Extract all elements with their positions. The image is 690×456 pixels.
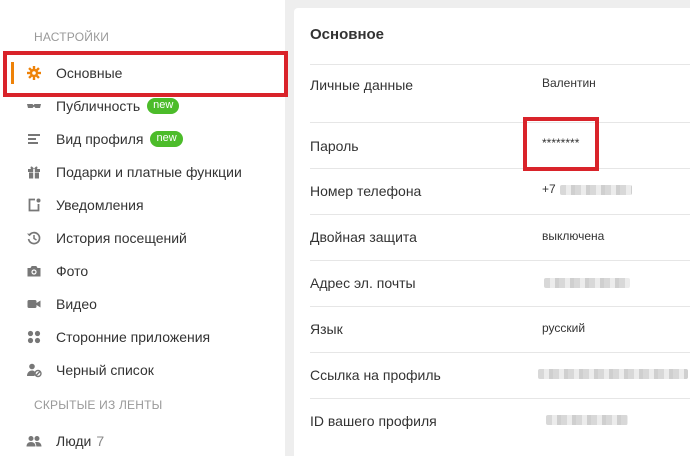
sidebar-item-profile-view[interactable]: Вид профиля new xyxy=(0,122,285,155)
row-value: ******** xyxy=(542,136,580,150)
sidebar-item-label: Уведомления xyxy=(56,196,144,213)
apps-icon xyxy=(24,327,44,347)
divider xyxy=(310,168,690,169)
divider xyxy=(310,64,690,65)
sidebar-item-blacklist[interactable]: Черный список xyxy=(0,353,285,386)
row-label: Адрес эл. почты xyxy=(310,275,416,291)
gift-icon xyxy=(24,162,44,182)
page-title: Основное xyxy=(310,26,385,43)
settings-row-password[interactable]: Пароль ******** xyxy=(310,136,690,158)
sidebar-item-label: Подарки и платные функции xyxy=(56,163,242,180)
sidebar-item-label: История посещений xyxy=(56,229,187,246)
sidebar-item-label: Видео xyxy=(56,295,97,312)
sidebar-item-notifications[interactable]: Уведомления xyxy=(0,188,285,221)
row-value: +7 xyxy=(542,182,556,196)
new-badge: new xyxy=(147,97,180,114)
row-value: Валентин xyxy=(542,76,596,90)
divider xyxy=(310,260,690,261)
row-label: Номер телефона xyxy=(310,183,422,199)
glasses-icon xyxy=(24,96,44,116)
bell-square-icon xyxy=(24,195,44,215)
settings-row-profile-id[interactable]: ID вашего профиля xyxy=(310,413,690,433)
section-title-hidden: СКРЫТЫЕ ИЗ ЛЕНТЫ xyxy=(34,398,163,412)
camera-icon xyxy=(24,261,44,281)
sidebar-item-gifts[interactable]: Подарки и платные функции xyxy=(0,155,285,188)
settings-row-profile-link[interactable]: Ссылка на профиль xyxy=(310,367,690,387)
row-label: Пароль xyxy=(310,138,359,154)
settings-main-panel: Основное Личные данные Валентин Пароль *… xyxy=(294,8,690,456)
divider xyxy=(310,214,690,215)
section-title-settings: НАСТРОЙКИ xyxy=(34,30,110,44)
row-label: Ссылка на профиль xyxy=(310,367,441,383)
divider xyxy=(310,306,690,307)
sidebar-item-apps[interactable]: Сторонние приложения xyxy=(0,320,285,353)
divider xyxy=(310,398,690,399)
blocked-user-icon xyxy=(24,360,44,380)
redacted-value xyxy=(538,369,688,379)
sidebar-item-label: Публичность xyxy=(56,97,141,114)
settings-row-personal[interactable]: Личные данные Валентин xyxy=(310,75,690,115)
row-label: Личные данные xyxy=(310,77,414,93)
row-label: ID вашего профиля xyxy=(310,413,437,429)
settings-row-2fa[interactable]: Двойная защита выключена xyxy=(310,229,690,249)
people-count: 7 xyxy=(96,432,105,449)
sidebar-item-label: Вид профиля xyxy=(56,130,144,147)
row-label: Язык xyxy=(310,321,343,337)
sidebar-item-main[interactable]: Основные xyxy=(0,56,285,89)
redacted-value xyxy=(544,278,630,288)
sidebar-item-label: Люди xyxy=(56,432,92,449)
settings-row-phone[interactable]: Номер телефона +7 xyxy=(310,182,690,203)
settings-sidebar: НАСТРОЙКИ Основные Публичность new Вид п… xyxy=(0,0,288,456)
lines-icon xyxy=(24,129,44,149)
gear-icon xyxy=(24,63,44,83)
sidebar-item-video[interactable]: Видео xyxy=(0,287,285,320)
people-icon xyxy=(24,431,44,451)
row-value: русский xyxy=(542,321,586,335)
settings-row-language[interactable]: Язык русский xyxy=(310,321,690,341)
new-badge: new xyxy=(150,130,183,147)
sidebar-item-publicity[interactable]: Публичность new xyxy=(0,89,285,122)
sidebar-item-photo[interactable]: Фото xyxy=(0,254,285,287)
settings-row-email[interactable]: Адрес эл. почты xyxy=(310,275,690,295)
sidebar-item-history[interactable]: История посещений xyxy=(0,221,285,254)
sidebar-item-label: Сторонние приложения xyxy=(56,328,211,345)
video-icon xyxy=(24,294,44,314)
divider xyxy=(310,352,690,353)
history-icon xyxy=(24,228,44,248)
sidebar-item-label: Черный список xyxy=(56,361,154,378)
row-value: выключена xyxy=(542,229,605,243)
redacted-value xyxy=(546,415,628,425)
row-label: Двойная защита xyxy=(310,229,417,245)
redacted-value xyxy=(560,185,632,195)
sidebar-item-people[interactable]: Люди 7 xyxy=(0,424,285,456)
sidebar-item-label: Основные xyxy=(56,64,123,81)
divider xyxy=(310,122,690,123)
sidebar-item-label: Фото xyxy=(56,262,89,279)
